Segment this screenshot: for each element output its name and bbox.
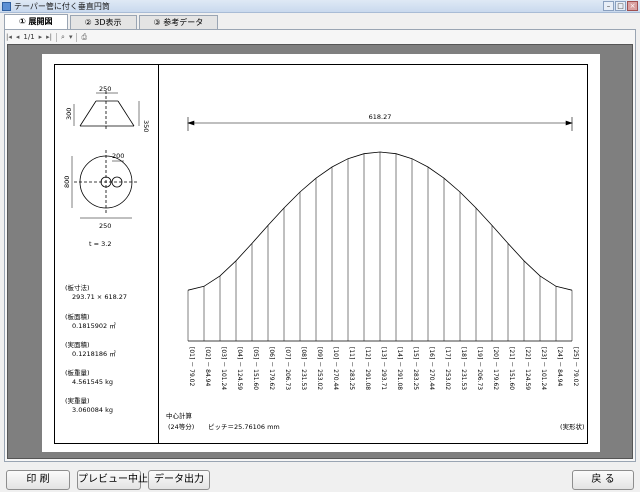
tab-development[interactable]: ① 展開図 [4,14,68,29]
dim-plan-height: 800 [63,176,71,188]
dim-taper-top: 250 [99,85,111,93]
plate-size-value: 293.71 × 618.27 [72,293,127,301]
back-button[interactable]: 戻 る [572,470,634,490]
real-area-label: (実面積) [65,340,90,349]
station-label: [17] － 253.02 [444,347,451,390]
page-indicator: 1/1 [23,33,35,41]
export-data-button[interactable]: データ出力 [148,470,210,490]
station-label: [08] － 231.53 [300,347,307,390]
last-page-icon[interactable]: ▸| [46,33,52,41]
dim-taper-right: 350 [142,120,150,132]
preview-toolbar: |◂ ◂ 1/1 ▸ ▸| ⌕ ▾ ⎙ [6,31,87,43]
station-label: [10] － 270.44 [332,347,339,390]
real-weight-label: (実重量) [65,396,90,405]
window-title: テーパー管に付く垂直円筒 [14,2,110,11]
station-label: [19] － 206.73 [476,347,483,390]
preview-page: 250 300 350 200 800 250 t = 3.2 (板寸法) 29… [42,54,600,452]
close-icon[interactable]: × [627,1,638,11]
taper-elevation [73,91,140,131]
station-label: [09] － 253.02 [316,347,323,390]
bottom-bar: 印 刷 プレビュー中止 データ出力 戻 る [0,466,640,492]
station-label: [22] － 124.59 [524,347,531,390]
divisions: (24等分) [168,422,194,431]
center-calc: 中心計算 [166,411,193,420]
real-area-value: 0.1218186 ㎡ [72,349,116,358]
dim-taper-left: 300 [65,108,73,120]
app-icon [2,2,11,11]
station-label: [18] － 231.53 [460,347,467,390]
plate-weight-value: 4.561545 kg [72,378,113,386]
pitch: ピッチ＝25.76106 mm [208,423,280,431]
width-dim-value: 618.27 [369,113,392,121]
minimize-icon[interactable]: – [603,1,614,11]
tab-bar: ① 展開図 ② 3D表示 ③ 参考データ [4,14,220,29]
plan-view [71,150,138,219]
real-weight-value: 3.060084 kg [72,406,113,414]
station-label: [11] － 283.25 [348,347,355,390]
first-page-icon[interactable]: |◂ [6,33,12,41]
next-page-icon[interactable]: ▸ [39,33,43,41]
plate-size-label: (板寸法) [65,283,90,292]
plate-weight-label: (板重量) [65,368,90,377]
station-label: [23] － 101.24 [540,347,547,390]
station-label: [03] － 101.24 [220,347,227,390]
station-label: [14] － 291.08 [396,347,403,390]
station-label: [20] － 179.62 [492,347,499,390]
thickness: t = 3.2 [89,240,111,248]
print-preview-area[interactable]: 250 300 350 200 800 250 t = 3.2 (板寸法) 29… [7,44,633,459]
station-label: [04] － 124.59 [236,347,243,390]
prev-page-icon[interactable]: ◂ [16,33,20,41]
station-label: [21] － 151.60 [508,347,515,390]
station-label: [16] － 270.44 [428,347,435,390]
zoom-dropdown-icon[interactable]: ▾ [69,33,73,41]
station-label: [24] － 84.94 [556,347,563,386]
development-drawing: 250 300 350 200 800 250 t = 3.2 (板寸法) 29… [63,85,585,431]
station-label: [15] － 283.25 [412,347,419,390]
tab-reference-data[interactable]: ③ 参考データ [138,15,219,29]
station-label: [07] － 206.73 [284,347,291,390]
station-label: [01] － 79.02 [188,347,195,386]
actual-shape: (実形状) [560,422,585,431]
title-bar: テーパー管に付く垂直円筒 – □ × [0,0,640,13]
maximize-icon[interactable]: □ [615,1,626,11]
development-curve: [01] － 79.02 [02] － 84.94 [03] － 101.24 [04… [187,151,579,390]
station-label: [06] － 179.62 [268,347,275,390]
dim-plan-branch: 200 [112,152,124,160]
station-label: [02] － 84.94 [204,347,211,386]
station-label: [12] － 291.08 [364,347,371,390]
print-icon[interactable]: ⎙ [81,33,87,42]
plate-area-label: (板面積) [65,312,90,321]
stop-preview-button[interactable]: プレビュー中止 [77,470,148,490]
dim-plan-bottom: 250 [99,222,111,230]
station-label: [25] － 79.02 [572,347,579,386]
print-button[interactable]: 印 刷 [6,470,70,490]
tab-3d-view[interactable]: ② 3D表示 [69,15,137,29]
zoom-icon[interactable]: ⌕ [61,33,65,42]
station-label: [05] － 151.60 [252,347,259,390]
plate-area-value: 0.1815902 ㎡ [72,321,116,330]
station-label: [13] － 293.71 [380,347,387,390]
